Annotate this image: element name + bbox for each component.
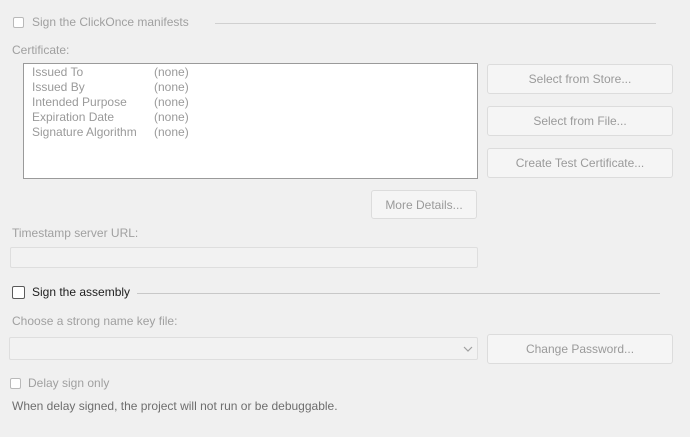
cert-value: (none)	[154, 65, 189, 79]
cert-key: Intended Purpose	[32, 95, 127, 109]
cert-value: (none)	[154, 80, 189, 94]
sign-assembly-checkbox[interactable]	[12, 286, 25, 299]
more-details-button[interactable]: More Details...	[371, 190, 477, 219]
sign-manifests-checkbox[interactable]	[13, 17, 24, 28]
cert-key: Expiration Date	[32, 110, 115, 124]
certificate-details-box: Issued To (none) Issued By (none) Intend…	[23, 63, 478, 179]
cert-key: Issued To	[32, 65, 84, 79]
select-from-store-button[interactable]: Select from Store...	[487, 64, 673, 94]
key-file-dropdown[interactable]	[9, 337, 478, 360]
cert-row-intended-purpose: Intended Purpose (none)	[32, 95, 332, 110]
create-test-certificate-button[interactable]: Create Test Certificate...	[487, 148, 673, 178]
delay-sign-label: Delay sign only	[28, 376, 110, 390]
change-password-button[interactable]: Change Password...	[487, 334, 673, 364]
assembly-separator	[137, 293, 660, 294]
select-from-file-button[interactable]: Select from File...	[487, 106, 673, 136]
chevron-down-icon	[463, 346, 473, 352]
timestamp-url-input[interactable]	[10, 247, 478, 268]
cert-row-issued-by: Issued By (none)	[32, 80, 332, 95]
certificate-label: Certificate:	[12, 43, 70, 57]
sign-assembly-label[interactable]: Sign the assembly	[32, 285, 130, 299]
cert-key: Issued By	[32, 80, 85, 94]
cert-row-expiration-date: Expiration Date (none)	[32, 110, 332, 125]
timestamp-label: Timestamp server URL:	[12, 226, 139, 240]
cert-row-issued-to: Issued To (none)	[32, 65, 332, 80]
cert-key: Signature Algorithm	[32, 125, 137, 139]
delay-sign-note: When delay signed, the project will not …	[12, 399, 338, 413]
cert-row-signature-algorithm: Signature Algorithm (none)	[32, 125, 332, 140]
cert-value: (none)	[154, 110, 189, 124]
sign-manifests-label: Sign the ClickOnce manifests	[32, 15, 189, 29]
key-file-label: Choose a strong name key file:	[12, 314, 178, 328]
delay-sign-checkbox[interactable]	[10, 378, 21, 389]
cert-value: (none)	[154, 125, 189, 139]
cert-value: (none)	[154, 95, 189, 109]
manifests-separator	[215, 23, 656, 24]
